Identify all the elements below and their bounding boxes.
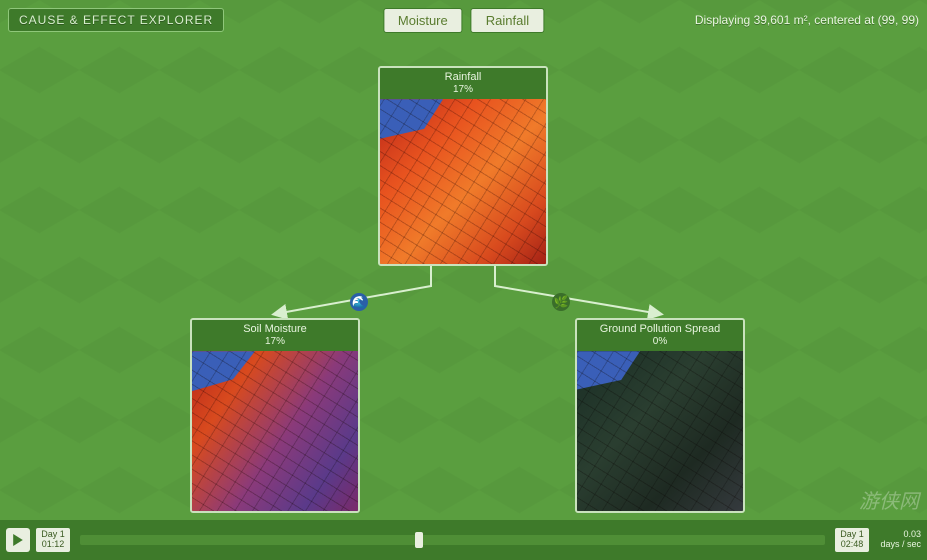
node-header: Rainfall 17% — [380, 68, 546, 99]
breadcrumb-moisture[interactable]: Moisture — [383, 8, 463, 33]
play-icon — [12, 534, 24, 546]
node-title: Rainfall — [382, 71, 544, 84]
node-header: Ground Pollution Spread 0% — [577, 320, 743, 351]
graph-canvas: 🌊 🌿 Rainfall 17% Soil Moisture 17% Groun… — [0, 40, 927, 516]
end-time-label: 02:48 — [839, 540, 865, 550]
water-icon: 🌊 — [350, 293, 368, 311]
speed-display: 0.03 days / sec — [877, 530, 921, 550]
heatmap-soil-moisture — [192, 351, 358, 511]
heatmap-rainfall — [380, 99, 546, 264]
node-soil-moisture[interactable]: Soil Moisture 17% — [190, 318, 360, 513]
timeline-handle[interactable] — [415, 532, 423, 548]
speed-unit: days / sec — [877, 540, 921, 550]
timeline-start-marker[interactable]: Day 1 01:12 — [36, 528, 70, 552]
node-header: Soil Moisture 17% — [192, 320, 358, 351]
explorer-title-button[interactable]: CAUSE & EFFECT EXPLORER — [8, 8, 224, 32]
node-title: Soil Moisture — [194, 323, 356, 336]
node-rainfall[interactable]: Rainfall 17% — [378, 66, 548, 266]
plant-icon: 🌿 — [552, 293, 570, 311]
breadcrumb-rainfall[interactable]: Rainfall — [471, 8, 544, 33]
timeline-end-marker[interactable]: Day 1 02:48 — [835, 528, 869, 552]
node-value: 17% — [194, 336, 356, 348]
node-title: Ground Pollution Spread — [579, 323, 741, 336]
node-value: 0% — [579, 336, 741, 348]
timeline-bar: Day 1 01:12 Day 1 02:48 0.03 days / sec — [0, 520, 927, 560]
heatmap-ground-pollution — [577, 351, 743, 511]
node-ground-pollution[interactable]: Ground Pollution Spread 0% — [575, 318, 745, 513]
play-button[interactable] — [6, 528, 30, 552]
area-info-label: Displaying 39,601 m², centered at (99, 9… — [695, 13, 919, 27]
node-value: 17% — [382, 84, 544, 96]
timeline-track[interactable] — [80, 535, 825, 545]
breadcrumb: Moisture Rainfall — [383, 8, 544, 33]
start-time-label: 01:12 — [40, 540, 66, 550]
